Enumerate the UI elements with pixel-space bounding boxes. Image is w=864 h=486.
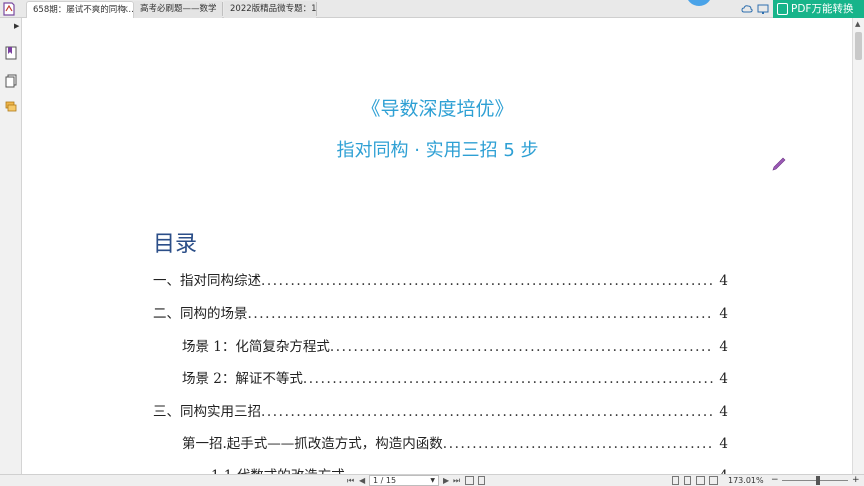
zoom-slider-thumb[interactable] bbox=[816, 476, 821, 485]
toc-entry-label: 场景 2：解证不等式 bbox=[182, 371, 303, 387]
toc-entry[interactable]: 二、同构的场景 4 bbox=[153, 302, 728, 322]
toc-entry-label: 三、同构实用三招 bbox=[153, 404, 261, 420]
tab-document-3[interactable]: 2022版精品微专题：1.... bbox=[224, 1, 316, 18]
first-page-icon[interactable]: ⏮ bbox=[347, 476, 354, 486]
tab-divider bbox=[222, 2, 223, 16]
side-panel: ▶ bbox=[0, 18, 22, 486]
scroll-up-icon[interactable]: ▲ bbox=[855, 20, 860, 28]
toc-entry[interactable]: 场景 1：化简复杂方程式 4 bbox=[182, 335, 728, 355]
fit-width-icon[interactable] bbox=[478, 476, 485, 485]
document-page: 《导数深度培优》 指对同构 · 实用三招 5 步 目录 一、指对同构综述 4 二… bbox=[23, 18, 852, 474]
tab-bar: 658期：屡试不爽的同构... × 高考必刷题——数学（... 2022版精品微… bbox=[0, 0, 864, 18]
toc-leader-dots bbox=[303, 371, 714, 387]
toc-entry-page: 4 bbox=[719, 371, 728, 387]
toc-entry[interactable]: 场景 2：解证不等式 4 bbox=[182, 367, 728, 387]
toc-entry-label: 第一招.起手式——抓改造方式，构造内函数 bbox=[182, 436, 443, 452]
pdf-app-icon[interactable] bbox=[2, 2, 16, 16]
toc-entry-label: 一、指对同构综述 bbox=[153, 273, 261, 289]
zoom-level[interactable]: 173.01% bbox=[728, 475, 764, 486]
pdf-convert-label: PDF万能转换 bbox=[791, 3, 854, 15]
two-page-continuous-view-icon[interactable] bbox=[709, 476, 718, 485]
scrollbar-thumb[interactable] bbox=[855, 32, 862, 60]
toc-entry[interactable]: 一、指对同构综述 4 bbox=[153, 269, 728, 289]
toc-entry[interactable]: 1.1 代数式的改造方式 4 bbox=[211, 464, 728, 474]
toc-entry-page: 4 bbox=[719, 306, 728, 322]
close-icon[interactable]: × bbox=[121, 2, 129, 18]
page-indicator: 1 / 15 bbox=[373, 476, 397, 485]
toc-entry-page: 4 bbox=[719, 273, 728, 289]
expand-arrow-icon[interactable]: ▶ bbox=[14, 22, 19, 30]
toc-entry-page: 4 bbox=[719, 436, 728, 452]
tab-label: 高考必刷题——数学（... bbox=[140, 4, 222, 14]
toc-leader-dots bbox=[261, 273, 713, 289]
toc-entry-label: 场景 1：化简复杂方程式 bbox=[182, 339, 330, 355]
toc-entry-page: 4 bbox=[719, 339, 728, 355]
tab-document-2[interactable]: 高考必刷题——数学（... bbox=[134, 1, 222, 18]
zoom-slider[interactable] bbox=[782, 480, 848, 481]
tab-label: 2022版精品微专题：1.... bbox=[230, 4, 316, 14]
user-avatar-button[interactable] bbox=[686, 0, 712, 6]
toc-entry-label: 二、同构的场景 bbox=[153, 306, 248, 322]
tab-document-1[interactable]: 658期：屡试不爽的同构... × bbox=[26, 1, 134, 18]
status-bar: ⏮ ◀ 1 / 15 ▼ ▶ ⏭ 173.01% − + bbox=[0, 474, 864, 486]
screen-share-icon[interactable] bbox=[757, 3, 769, 15]
toc-leader-dots bbox=[248, 306, 714, 322]
toc-leader-dots bbox=[330, 339, 714, 355]
convert-icon bbox=[777, 3, 788, 15]
next-page-icon[interactable]: ▶ bbox=[443, 476, 449, 486]
toc-entry-page: 4 bbox=[719, 404, 728, 420]
continuous-view-icon[interactable] bbox=[684, 476, 691, 485]
single-page-view-icon[interactable] bbox=[672, 476, 679, 485]
toc-leader-dots bbox=[261, 404, 713, 420]
last-page-icon[interactable]: ⏭ bbox=[453, 476, 460, 486]
toc-entry-label: 1.1 代数式的改造方式 bbox=[211, 464, 345, 474]
two-page-view-icon[interactable] bbox=[696, 476, 705, 485]
tab-divider bbox=[316, 2, 317, 16]
toc-heading: 目录 bbox=[153, 232, 198, 257]
toc-entry[interactable]: 第一招.起手式——抓改造方式，构造内函数 4 bbox=[182, 432, 728, 452]
toc-entry[interactable]: 三、同构实用三招 4 bbox=[153, 400, 728, 420]
pdf-convert-button[interactable]: PDF万能转换 bbox=[773, 0, 864, 18]
document-subtitle: 指对同构 · 实用三招 5 步 bbox=[336, 140, 539, 161]
document-title: 《导数深度培优》 bbox=[361, 98, 514, 120]
zoom-out-icon[interactable]: − bbox=[771, 475, 779, 486]
vertical-scrollbar[interactable]: ▲ bbox=[852, 18, 864, 474]
toc-leader-dots bbox=[443, 436, 714, 452]
cloud-icon[interactable] bbox=[741, 3, 753, 15]
page-number-field[interactable]: 1 / 15 ▼ bbox=[369, 475, 439, 486]
chevron-down-icon[interactable]: ▼ bbox=[430, 476, 435, 485]
previous-page-icon[interactable]: ◀ bbox=[359, 476, 365, 486]
comments-icon[interactable] bbox=[5, 100, 17, 114]
bookmark-icon[interactable] bbox=[5, 46, 17, 60]
pages-icon[interactable] bbox=[5, 74, 17, 88]
tab-label: 658期：屡试不爽的同构... bbox=[33, 5, 134, 15]
fit-page-icon[interactable] bbox=[465, 476, 474, 485]
zoom-in-icon[interactable]: + bbox=[852, 475, 860, 486]
pen-icon[interactable] bbox=[771, 156, 787, 172]
